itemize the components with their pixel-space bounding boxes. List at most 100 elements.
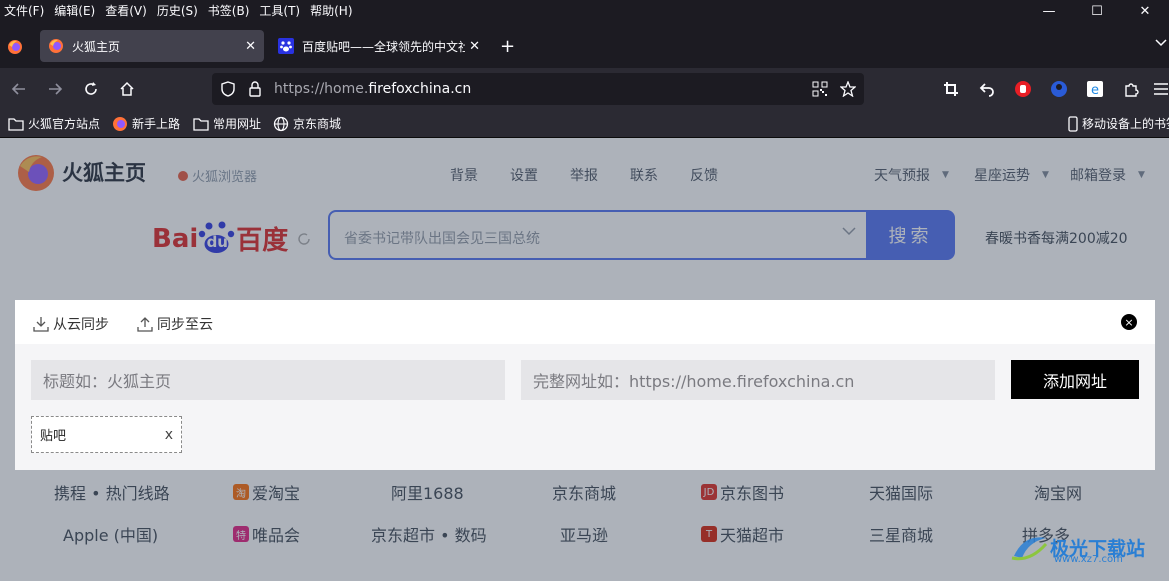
- lock-icon[interactable]: [248, 81, 262, 100]
- chevron-down-icon[interactable]: [842, 224, 856, 240]
- bookmark-item[interactable]: 京东商城: [273, 115, 341, 132]
- sync-from-cloud-button[interactable]: 从云同步: [33, 314, 109, 334]
- nav-background[interactable]: 背景: [450, 165, 478, 185]
- site-link[interactable]: 阿里1688: [391, 480, 464, 504]
- bookmark-item[interactable]: 新手上路: [112, 115, 180, 132]
- nav-feedback[interactable]: 反馈: [690, 165, 718, 185]
- tab-close-icon[interactable]: ✕: [245, 39, 256, 54]
- tab-close-icon[interactable]: ✕: [469, 39, 480, 54]
- undo-arrow-icon[interactable]: [976, 78, 998, 100]
- site-link[interactable]: T 天猫超市: [701, 522, 784, 546]
- mobile-bookmarks[interactable]: 移动设备上的书签: [1068, 115, 1169, 132]
- url-text[interactable]: https://home.firefoxchina.cn: [274, 81, 471, 97]
- site-link[interactable]: 京东商城: [552, 480, 616, 504]
- back-arrow-icon[interactable]: [8, 78, 30, 100]
- navigation-toolbar: https://home.firefoxchina.cn e: [0, 68, 1169, 110]
- tab-firefox-home[interactable]: 火狐主页 ✕: [40, 30, 264, 62]
- title-input[interactable]: 标题如：火狐主页: [31, 360, 505, 400]
- list-all-tabs-icon[interactable]: [1155, 36, 1167, 50]
- jd-books-icon: JD: [701, 484, 717, 500]
- page-content: 火狐主页 火狐浏览器 背景 设置 举报 联系 反馈 天气预报 ▼ 星座运势 ▼ 邮箱…: [0, 138, 1169, 581]
- baidu-paw-icon: du: [198, 221, 236, 254]
- chevron-down-icon: ▼: [1138, 170, 1145, 180]
- baidu-paw-icon: [278, 38, 294, 54]
- watermark-swirl-icon: [1011, 537, 1048, 561]
- app-menu-icon[interactable]: [1150, 78, 1169, 100]
- menu-bar: 文件(F) 编辑(E) 查看(V) 历史(S) 书签(B) 工具(T) 帮助(H…: [0, 0, 1169, 22]
- bookmark-star-icon[interactable]: [839, 80, 857, 100]
- window-controls: — ☐ ✕: [1025, 0, 1169, 22]
- maximize-button[interactable]: ☐: [1073, 0, 1121, 22]
- nav-contact[interactable]: 联系: [630, 165, 658, 185]
- reload-icon[interactable]: [80, 78, 102, 100]
- extensions-puzzle-icon[interactable]: [1120, 78, 1142, 100]
- firefox-browser-link[interactable]: 火狐浏览器: [177, 166, 257, 185]
- url-bar[interactable]: https://home.firefoxchina.cn: [212, 73, 864, 105]
- menu-edit[interactable]: 编辑(E): [50, 4, 101, 18]
- dialog-body: 标题如：火狐主页 完整网址如：https://home.firefoxchina…: [15, 344, 1155, 470]
- site-link[interactable]: 特唯品会: [233, 522, 300, 546]
- tab-strip: 火狐主页 ✕ 百度贴吧——全球领先的中文社 ✕ +: [0, 22, 1169, 68]
- shield-icon[interactable]: [220, 81, 236, 100]
- chip-remove-icon[interactable]: x: [165, 427, 173, 443]
- site-link[interactable]: 京东超市 • 数码: [371, 522, 487, 546]
- home-icon[interactable]: [116, 78, 138, 100]
- site-link[interactable]: 淘宝网: [1034, 480, 1082, 504]
- search-button[interactable]: 搜索: [866, 210, 955, 260]
- browser-link-label: 火狐浏览器: [192, 170, 258, 185]
- url-input[interactable]: 完整网址如：https://home.firefoxchina.cn: [521, 360, 995, 400]
- baidu-logo-cn: 百度: [236, 226, 289, 256]
- site-link[interactable]: Apple (中国): [63, 522, 158, 546]
- new-tab-button[interactable]: +: [500, 36, 515, 57]
- search-placeholder: 省委书记带队出国会见三国总统: [344, 231, 540, 247]
- site-link[interactable]: 三星商城: [869, 522, 933, 546]
- screenshot-crop-icon[interactable]: [940, 78, 962, 100]
- weather-label: 天气预报: [874, 168, 930, 184]
- saved-site-chip[interactable]: 贴吧 x: [31, 416, 182, 453]
- horoscope-dropdown[interactable]: 星座运势 ▼: [974, 165, 1049, 185]
- aitaobao-icon: 淘: [233, 484, 249, 500]
- close-window-button[interactable]: ✕: [1121, 0, 1169, 22]
- forward-arrow-icon[interactable]: [44, 78, 66, 100]
- menu-help[interactable]: 帮助(H): [306, 4, 358, 18]
- minimize-button[interactable]: —: [1025, 0, 1073, 22]
- account-extension-icon[interactable]: [1048, 78, 1070, 100]
- refresh-search-engine-icon[interactable]: [296, 224, 312, 254]
- ie-tab-icon[interactable]: e: [1084, 78, 1106, 100]
- email-login-dropdown[interactable]: 邮箱登录 ▼: [1070, 165, 1145, 185]
- bookmark-item[interactable]: 火狐官方站点: [8, 115, 100, 132]
- site-link[interactable]: 亚马逊: [560, 522, 608, 546]
- add-site-button[interactable]: 添加网址: [1011, 360, 1139, 399]
- bookmark-label: 火狐官方站点: [28, 117, 101, 131]
- sync-to-cloud-button[interactable]: 同步至云: [137, 314, 213, 334]
- mobile-device-icon: [1068, 115, 1078, 132]
- nav-report[interactable]: 举报: [570, 165, 598, 185]
- tab-baidu-tieba[interactable]: 百度贴吧——全球领先的中文社 ✕: [270, 30, 488, 62]
- menu-bookmarks[interactable]: 书签(B): [204, 4, 256, 18]
- baidu-logo[interactable]: Bai du 百度: [152, 220, 312, 257]
- qr-code-icon[interactable]: [812, 81, 828, 100]
- adblock-hand-icon[interactable]: [1012, 78, 1034, 100]
- firefox-home-logo[interactable]: 火狐主页: [16, 152, 146, 192]
- weather-dropdown[interactable]: 天气预报 ▼: [874, 165, 949, 185]
- bookmarks-toolbar: 火狐官方站点 新手上路 常用网址 京东商城 移动设备上的书签: [0, 110, 1169, 138]
- tmall-supermarket-icon: T: [701, 526, 717, 542]
- dialog-close-icon[interactable]: ×: [1121, 314, 1137, 330]
- firefox-view-button[interactable]: [4, 36, 26, 58]
- menu-view[interactable]: 查看(V): [101, 4, 153, 18]
- menu-file[interactable]: 文件(F): [0, 4, 50, 18]
- site-link[interactable]: 天猫国际: [869, 480, 933, 504]
- baidu-logo-bai: Bai: [152, 223, 199, 254]
- bookmark-label: 京东商城: [293, 117, 342, 131]
- promo-link[interactable]: 春暖书香每满200减20: [985, 228, 1128, 248]
- menu-tools[interactable]: 工具(T): [255, 4, 306, 18]
- site-link[interactable]: 携程 • 热门线路: [54, 480, 170, 504]
- chevron-down-icon: ▼: [942, 170, 949, 180]
- mobile-bookmarks-label: 移动设备上的书签: [1082, 117, 1169, 131]
- site-link[interactable]: 淘爱淘宝: [233, 480, 300, 504]
- site-link[interactable]: JD 京东图书: [701, 480, 784, 504]
- nav-settings[interactable]: 设置: [510, 165, 538, 185]
- search-input[interactable]: 省委书记带队出国会见三国总统: [328, 210, 866, 260]
- bookmark-item[interactable]: 常用网址: [193, 115, 261, 132]
- menu-history[interactable]: 历史(S): [153, 4, 204, 18]
